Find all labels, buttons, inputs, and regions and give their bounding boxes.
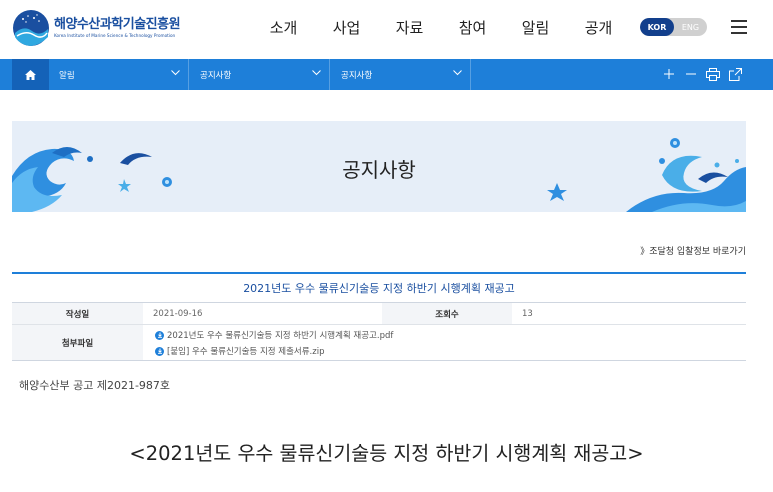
breadcrumb-depth3-label: 공지사항 — [341, 70, 373, 81]
attachment-link[interactable]: [붙임] 우수 물류신기술등 지정 제출서류.zip — [155, 345, 324, 357]
chevron-down-icon — [171, 70, 180, 76]
attachment-link[interactable]: 2021년도 우수 물류신기술등 지정 하반기 시행계획 재공고.pdf — [155, 329, 393, 341]
procurement-bid-link[interactable]: 》조달청 입찰정보 바로가기 — [640, 244, 746, 257]
post-title: 2021년도 우수 물류신기술등 지정 하반기 시행계획 재공고 — [12, 272, 746, 303]
page-banner: 공지사항 — [12, 121, 746, 212]
plus-icon — [664, 69, 674, 79]
zoom-in-button[interactable] — [662, 67, 676, 81]
minus-icon — [686, 73, 696, 75]
breadcrumb-depth1-label: 알림 — [59, 70, 75, 81]
content-heading: <2021년도 우수 물류신기술등 지정 하반기 시행계획 재공고> — [129, 442, 644, 465]
language-toggle: KOR ENG — [640, 18, 707, 36]
location-bar: 알림 공지사항 공지사항 — [0, 59, 773, 90]
hamburger-icon[interactable] — [731, 20, 747, 34]
nav-item-about[interactable]: 소개 — [252, 17, 315, 38]
post-meta-row: 작성일 2021-09-16 조회수 13 — [12, 303, 746, 325]
nav-item-resources[interactable]: 자료 — [378, 17, 441, 38]
breadcrumb-depth3[interactable]: 공지사항 — [331, 59, 471, 90]
notice-number: 해양수산부 공고 제2021-987호 — [19, 379, 171, 392]
date-label: 작성일 — [12, 303, 143, 324]
attachments-label: 첨부파일 — [12, 325, 143, 360]
views-label: 조회수 — [382, 303, 512, 324]
logo-emblem-icon — [13, 10, 49, 46]
breadcrumb-depth2[interactable]: 공지사항 — [190, 59, 330, 90]
print-icon — [706, 67, 720, 81]
page-title: 공지사항 — [342, 158, 416, 182]
breadcrumb-depth1[interactable]: 알림 — [49, 59, 189, 90]
page-tools — [662, 67, 750, 81]
share-icon — [728, 67, 742, 81]
site-logo[interactable]: 해양수산과학기술진흥원 Korea Institute of Marine Sc… — [12, 9, 181, 47]
date-value: 2021-09-16 — [153, 308, 203, 319]
zoom-out-button[interactable] — [684, 67, 698, 81]
home-button[interactable] — [12, 59, 49, 90]
logo-subtitle: Korea Institute of Marine Science & Tech… — [54, 33, 176, 38]
chevron-down-icon — [453, 70, 462, 76]
home-icon — [25, 69, 36, 80]
views-value: 13 — [522, 308, 533, 319]
nav-item-business[interactable]: 사업 — [315, 17, 378, 38]
download-icon — [155, 330, 164, 340]
chevron-down-icon — [312, 70, 321, 76]
nav-item-disclosure[interactable]: 공개 — [567, 17, 630, 38]
breadcrumb-depth2-label: 공지사항 — [200, 70, 232, 81]
print-button[interactable] — [706, 67, 720, 81]
attachment-name: [붙임] 우수 물류신기술등 지정 제출서류.zip — [167, 347, 325, 357]
share-button[interactable] — [728, 67, 742, 81]
attachment-name: 2021년도 우수 물류신기술등 지정 하반기 시행계획 재공고.pdf — [167, 331, 394, 341]
download-icon — [155, 346, 164, 356]
site-header: 해양수산과학기술진흥원 Korea Institute of Marine Sc… — [0, 0, 773, 59]
lang-kor-button[interactable]: KOR — [640, 18, 674, 36]
lang-eng-button[interactable]: ENG — [674, 18, 707, 36]
nav-item-notice[interactable]: 알림 — [504, 17, 567, 38]
main-nav: 소개 사업 자료 참여 알림 공개 — [252, 17, 630, 38]
attachments-row: 첨부파일 2021년도 우수 물류신기술등 지정 하반기 시행계획 재공고.pd… — [12, 325, 746, 361]
nav-item-participation[interactable]: 참여 — [441, 17, 504, 38]
logo-title: 해양수산과학기술진흥원 — [54, 17, 181, 32]
